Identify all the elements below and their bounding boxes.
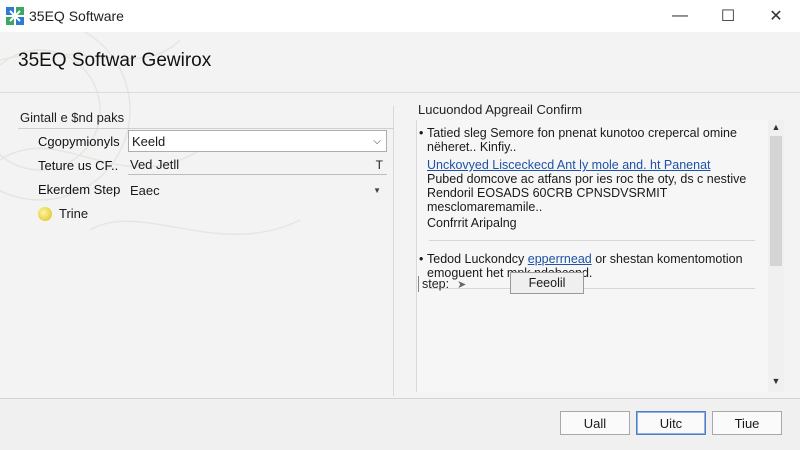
scroll-down-icon[interactable]: ▼ (768, 376, 784, 390)
field-label-component: Cgopymionyls (38, 134, 120, 149)
title-bar: 35EQ Software — ☐ ✕ (0, 0, 800, 32)
agreement-line: Rendoril EOSADS 60CRB CPNSDVSRMIT (427, 186, 668, 200)
step-divider (418, 276, 419, 292)
scroll-thumb[interactable] (770, 136, 782, 266)
step-select-value: Eaec (130, 182, 160, 198)
agreement-link[interactable]: Unckovyed Lisceckecd Ant ly mole and. ht… (427, 158, 747, 172)
minimize-button[interactable]: — (656, 0, 704, 32)
bullet-icon: • (419, 126, 424, 140)
caret-down-icon: ▼ (373, 185, 381, 195)
page-title: 35EQ Softwar Gewirox (18, 50, 212, 71)
header-divider (0, 92, 800, 93)
radio-on-icon (38, 206, 52, 221)
paragraph-divider (429, 240, 755, 241)
scroll-up-icon[interactable]: ▲ (768, 122, 784, 136)
feeolil-button[interactable]: Feeolil (510, 272, 584, 294)
agreement-inline-link[interactable]: epperrnead (528, 252, 592, 266)
text-cursor-icon: T (375, 157, 383, 172)
maximize-icon: ☐ (720, 8, 736, 25)
component-dropdown[interactable]: Keeld ⌵ (128, 130, 387, 152)
window-title: 35EQ Software (29, 8, 124, 24)
paragraph-divider (429, 288, 755, 289)
agreement-line: Pubed domcove ac atfans por ies roc the … (427, 172, 747, 186)
trine-toggle[interactable]: Trine (38, 206, 88, 221)
agreement-line: nëheret.. Kinfiy.. (427, 140, 517, 154)
agreement-paragraph-3: Confrrit Aripalng (427, 216, 747, 230)
agreement-scrollbar[interactable]: ▲ ▼ (768, 120, 784, 392)
agreement-panel: Lucuondod Apgreail Confirm • Tatied sleg… (404, 96, 784, 396)
arrow-right-icon: ➤ (457, 278, 467, 291)
field-label-texture: Teture us CF.. (38, 158, 119, 173)
minimize-icon: — (672, 7, 688, 24)
maximize-button[interactable]: ☐ (704, 0, 752, 32)
agreement-paragraph-2: Unckovyed Lisceckecd Ant ly mole and. ht… (427, 158, 747, 214)
uall-button[interactable]: Uall (560, 411, 630, 435)
chevron-down-icon: ⌵ (373, 135, 381, 147)
install-section-title: Gintall e $nd paks (20, 110, 125, 125)
bullet-icon: • (419, 252, 424, 266)
field-label-step: Ekerdem Step (38, 182, 121, 197)
tiue-button[interactable]: Tiue (712, 411, 782, 435)
uitc-button[interactable]: Uitc (636, 411, 706, 435)
agreement-line: Confrrit Aripalng (427, 216, 517, 230)
close-icon: ✕ (769, 8, 783, 25)
component-dropdown-value: Keeld (132, 133, 166, 149)
agreement-line: emoguent het mpk ndabcend. (427, 266, 592, 280)
agreement-paragraph-1: • Tatied sleg Semore fon pnenat kunotoo … (419, 126, 747, 154)
texture-text-field[interactable]: Ved Jetll T (128, 155, 387, 175)
close-button[interactable]: ✕ (752, 0, 800, 32)
step-label: step: (422, 277, 450, 291)
agreement-section-title: Lucuondod Apgreail Confirm (418, 102, 583, 117)
trine-toggle-label: Trine (59, 206, 89, 221)
footer-bar: Uall Uitc Tiue (0, 399, 800, 450)
window-controls: — ☐ ✕ (656, 0, 800, 32)
agreement-paragraph-4: • Tedod Luckondcy epperrnead or shestan … (419, 252, 747, 280)
agreement-text: Tedod Luckondcy (427, 252, 525, 266)
agreement-line: mesclomaremamile.. (427, 200, 543, 214)
install-options-panel: Gintall e $nd paks Cgopymionyls Keeld ⌵ … (10, 106, 394, 396)
agreement-text-box[interactable]: • Tatied sleg Semore fon pnenat kunotoo … (416, 120, 784, 392)
section-divider (18, 128, 394, 129)
agreement-line: Tedod Luckondcy epperrnead or shestan ko… (427, 252, 747, 266)
texture-field-value: Ved Jetll (130, 157, 180, 172)
step-select[interactable]: Eaec ▼ (128, 180, 387, 200)
agreement-line: Tatied sleg Semore fon pnenat kunotoo cr… (427, 126, 737, 140)
agreement-text: or shestan komentomotion (595, 252, 743, 266)
step-indicator: step: ➤ (418, 276, 466, 292)
app-logo-icon (6, 7, 24, 25)
